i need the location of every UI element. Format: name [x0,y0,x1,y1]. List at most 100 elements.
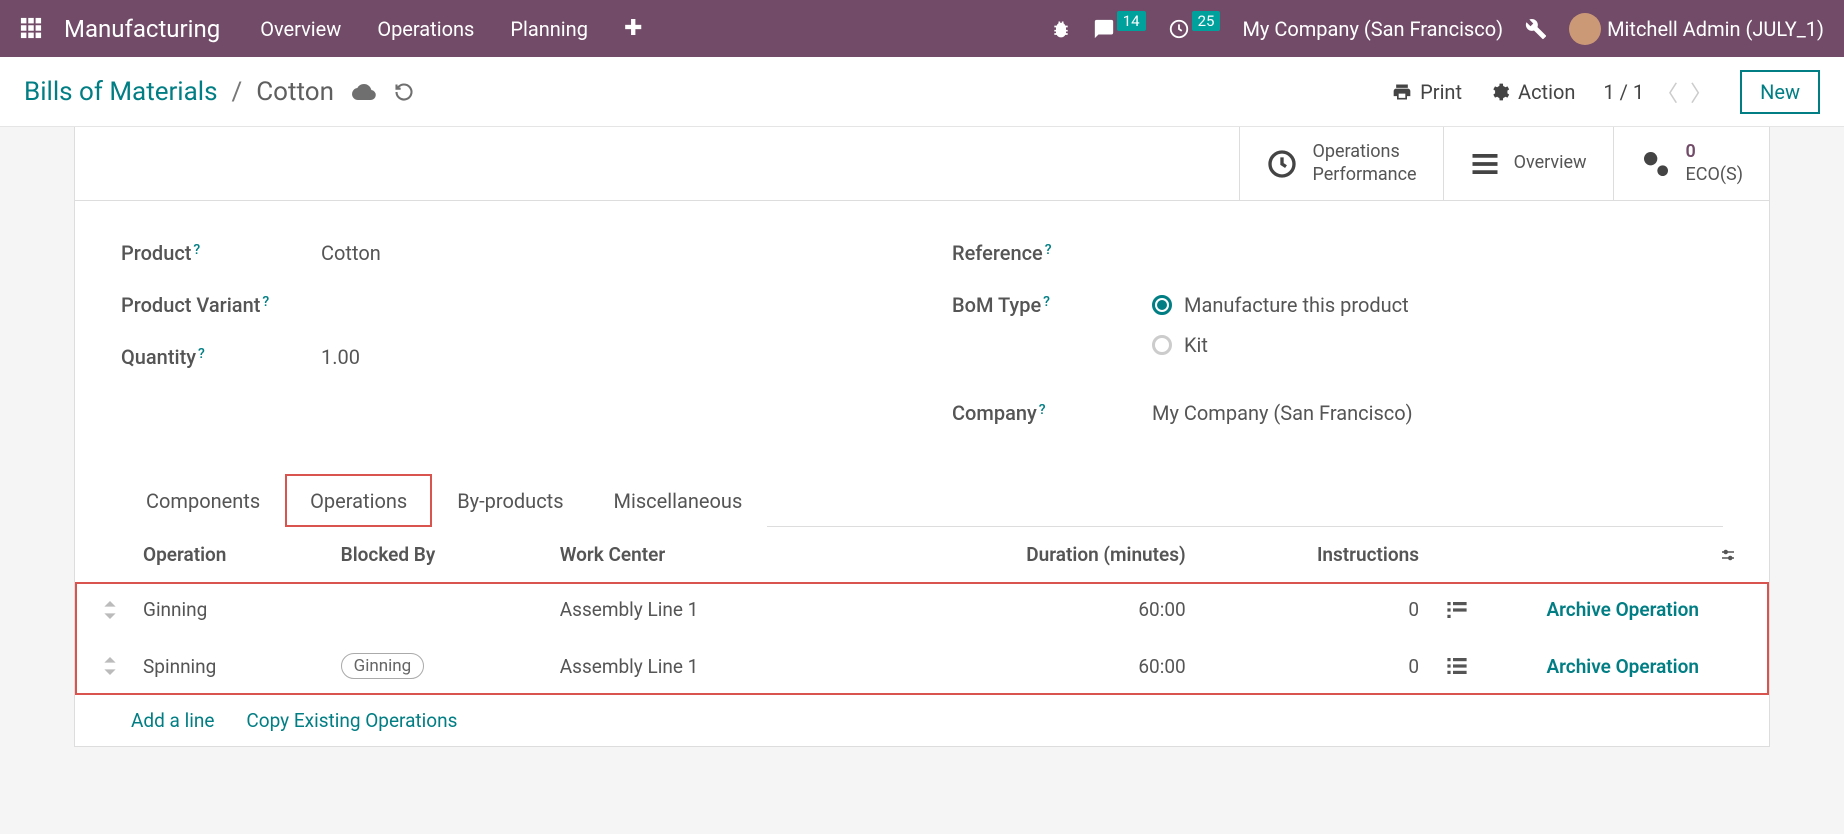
radio-kit-label: Kit [1184,333,1208,357]
stat-ecos-label: ECO(S) [1686,164,1743,187]
archive-operation-link[interactable]: Archive Operation [1489,637,1709,695]
radio-manufacture-label: Manufacture this product [1184,293,1409,317]
breadcrumb: Bills of Materials / Cotton [24,77,334,107]
label-product: Product? [121,241,321,265]
cell-instructions[interactable]: 0 [1196,582,1429,637]
label-quantity: Quantity? [121,345,321,369]
apps-icon[interactable] [20,17,44,41]
nav-add-icon[interactable]: ✚ [624,16,642,41]
help-icon[interactable]: ? [1043,294,1050,310]
help-icon[interactable]: ? [198,346,205,362]
print-label: Print [1420,80,1462,104]
help-icon[interactable]: ? [262,294,269,310]
table-row[interactable]: Ginning Assembly Line 1 60:00 0 Archive … [75,582,1769,637]
cell-work-center[interactable]: Assembly Line 1 [550,582,853,637]
cell-instructions[interactable]: 0 [1196,637,1429,695]
pager: 1 / 1 〈 〉 [1603,76,1712,108]
th-instructions[interactable]: Instructions [1196,527,1429,582]
pager-prev-icon[interactable]: 〈 [1656,76,1678,108]
field-quantity[interactable]: 1.00 [321,345,892,369]
drag-handle-icon[interactable] [75,637,133,695]
gears-icon [1640,148,1672,180]
th-blocked-by[interactable]: Blocked By [331,527,550,582]
pager-value[interactable]: 1 / 1 [1603,80,1644,104]
tab-miscellaneous[interactable]: Miscellaneous [589,474,768,527]
copy-operations-link[interactable]: Copy Existing Operations [246,709,457,732]
cell-operation[interactable]: Spinning [133,637,331,695]
user-menu[interactable]: Mitchell Admin (JULY_1) [1569,13,1824,45]
nav-overview[interactable]: Overview [260,17,341,41]
bug-icon[interactable] [1051,19,1071,39]
radio-unchecked-icon [1152,335,1172,355]
add-line-link[interactable]: Add a line [131,709,214,732]
cell-blocked-by[interactable] [331,582,550,637]
action-label: Action [1518,80,1575,104]
radio-manufacture[interactable]: Manufacture this product [1152,293,1723,317]
drag-handle-icon[interactable] [75,582,133,637]
field-product[interactable]: Cotton [321,241,892,265]
activities-icon[interactable]: 25 [1168,18,1221,40]
help-icon[interactable]: ? [1045,242,1052,258]
cell-operation[interactable]: Ginning [133,582,331,637]
label-product-variant: Product Variant? [121,293,321,317]
stat-ecos[interactable]: 0 ECO(S) [1613,127,1769,200]
nav-menu: Overview Operations Planning ✚ [260,16,642,41]
avatar [1569,13,1601,45]
th-work-center[interactable]: Work Center [550,527,853,582]
columns-settings-icon[interactable] [1709,527,1769,582]
stat-operations-performance[interactable]: Operations Performance [1239,127,1442,200]
bars-icon [1470,149,1500,179]
control-bar: Bills of Materials / Cotton Print Action… [0,57,1844,127]
field-company[interactable]: My Company (San Francisco) [1152,401,1723,425]
activities-count: 25 [1192,11,1221,31]
cell-duration[interactable]: 60:00 [853,582,1196,637]
stat-overview-label: Overview [1514,152,1587,175]
instructions-list-icon[interactable] [1429,582,1489,637]
company-switcher[interactable]: My Company (San Francisco) [1242,17,1503,41]
cell-work-center[interactable]: Assembly Line 1 [550,637,853,695]
messages-count: 14 [1117,11,1146,31]
pager-next-icon[interactable]: 〉 [1690,76,1712,108]
cloud-save-icon[interactable] [352,80,376,104]
th-operation[interactable]: Operation [133,527,331,582]
print-button[interactable]: Print [1392,80,1462,104]
action-button[interactable]: Action [1490,80,1575,104]
operations-table: Operation Blocked By Work Center Duratio… [75,527,1769,695]
stat-ops-perf-label: Operations Performance [1312,141,1416,186]
tab-components[interactable]: Components [121,474,285,527]
help-icon[interactable]: ? [193,242,200,258]
app-brand[interactable]: Manufacturing [64,15,220,43]
table-footer: Add a line Copy Existing Operations [75,695,1769,746]
help-icon[interactable]: ? [1039,402,1046,418]
tab-by-products[interactable]: By-products [432,474,588,527]
label-company: Company? [952,401,1152,425]
tabs: Components Operations By-products Miscel… [121,473,1723,527]
crumb-root[interactable]: Bills of Materials [24,77,218,107]
label-reference: Reference? [952,241,1152,265]
table-row[interactable]: Spinning Ginning Assembly Line 1 60:00 0… [75,637,1769,695]
discard-icon[interactable] [394,82,414,102]
archive-operation-link[interactable]: Archive Operation [1489,582,1709,637]
blocked-by-tag[interactable]: Ginning [341,653,425,679]
messages-icon[interactable]: 14 [1093,18,1146,40]
stat-buttons: Operations Performance Overview 0 ECO(S) [75,127,1769,201]
top-navbar: Manufacturing Overview Operations Planni… [0,0,1844,57]
radio-checked-icon [1152,295,1172,315]
stat-ecos-count: 0 [1686,141,1743,164]
cell-blocked-by[interactable]: Ginning [331,637,550,695]
user-name: Mitchell Admin (JULY_1) [1607,17,1824,41]
th-duration[interactable]: Duration (minutes) [853,527,1196,582]
field-bom-type: Manufacture this product Kit [1152,293,1723,373]
radio-kit[interactable]: Kit [1152,333,1723,357]
nav-planning[interactable]: Planning [510,17,588,41]
tab-operations[interactable]: Operations [285,474,432,527]
clock-icon [1266,148,1298,180]
crumb-active: Cotton [256,77,334,107]
nav-operations[interactable]: Operations [377,17,474,41]
tools-icon[interactable] [1525,18,1547,40]
new-button[interactable]: New [1740,70,1820,114]
instructions-list-icon[interactable] [1429,637,1489,695]
crumb-separator: / [232,77,243,107]
stat-overview[interactable]: Overview [1443,127,1613,200]
cell-duration[interactable]: 60:00 [853,637,1196,695]
